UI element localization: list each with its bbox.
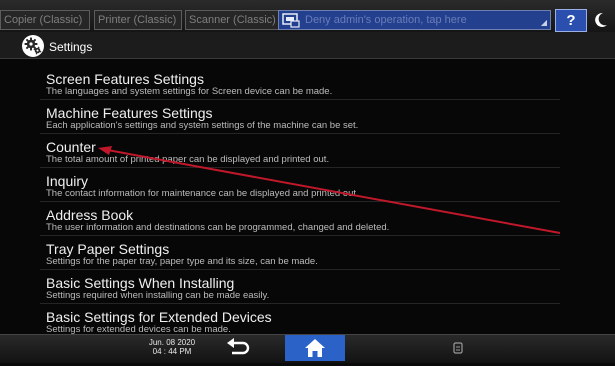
setting-tray-paper[interactable]: Tray Paper Settings Settings for the pap… [40,236,560,270]
settings-list: Screen Features Settings The languages a… [0,59,615,337]
setting-description: The languages and system settings for Sc… [46,86,333,97]
setting-description: Settings for the paper tray, paper type … [46,256,318,267]
tab-printer-classic[interactable]: Printer (Classic) [94,10,182,30]
setting-inquiry[interactable]: Inquiry The contact information for main… [40,168,560,202]
tab-copier-classic[interactable]: Copier (Classic) [0,10,90,30]
settings-app-icon [22,35,44,57]
page-title: Settings [49,40,93,54]
data-in-icon [453,342,463,354]
setting-address-book[interactable]: Address Book The user information and de… [40,202,560,236]
setting-description: Settings required when installing can be… [46,290,270,301]
setting-title: Counter [46,139,96,155]
corner-marker-icon: ◢ [540,18,547,27]
setting-basic-installing[interactable]: Basic Settings When Installing Settings … [40,270,560,304]
setting-title: Basic Settings When Installing [46,275,235,291]
setting-extended-devices[interactable]: Basic Settings for Extended Devices Sett… [40,304,560,337]
setting-title: Screen Features Settings [46,71,204,87]
date-text: Jun. 08 2020 [148,338,196,347]
setting-counter[interactable]: Counter The total amount of printed pape… [40,134,560,168]
setting-screen-features[interactable]: Screen Features Settings The languages a… [40,66,560,100]
setting-description: The total amount of printed paper can be… [46,154,330,165]
setting-description: The user information and destinations ca… [46,222,390,233]
setting-machine-features[interactable]: Machine Features Settings Each applicati… [40,100,560,134]
setting-title: Tray Paper Settings [46,241,170,257]
home-button[interactable] [285,335,345,361]
tab-scanner-classic[interactable]: Scanner (Classic) [185,10,279,30]
setting-title: Inquiry [46,173,89,189]
gear-icon [24,37,42,55]
energy-saver-icon[interactable] [593,11,609,29]
setting-title: Address Book [46,207,134,223]
home-icon [305,339,325,357]
time-text: 04 : 44 PM [152,347,192,356]
setting-description: Each application's settings and system s… [46,120,359,131]
back-icon[interactable] [224,337,254,359]
admin-message-button[interactable]: Deny admin's operation, tap here ◢ [278,10,551,30]
setting-title: Basic Settings for Extended Devices [46,309,272,325]
datetime: Jun. 08 2020 04 : 44 PM [148,338,196,356]
setting-title: Machine Features Settings [46,105,213,121]
help-button[interactable]: ? [555,9,587,32]
admin-message-text: Deny admin's operation, tap here [305,14,467,26]
printer-screen-icon [282,13,300,28]
setting-description: The contact information for maintenance … [46,188,359,199]
